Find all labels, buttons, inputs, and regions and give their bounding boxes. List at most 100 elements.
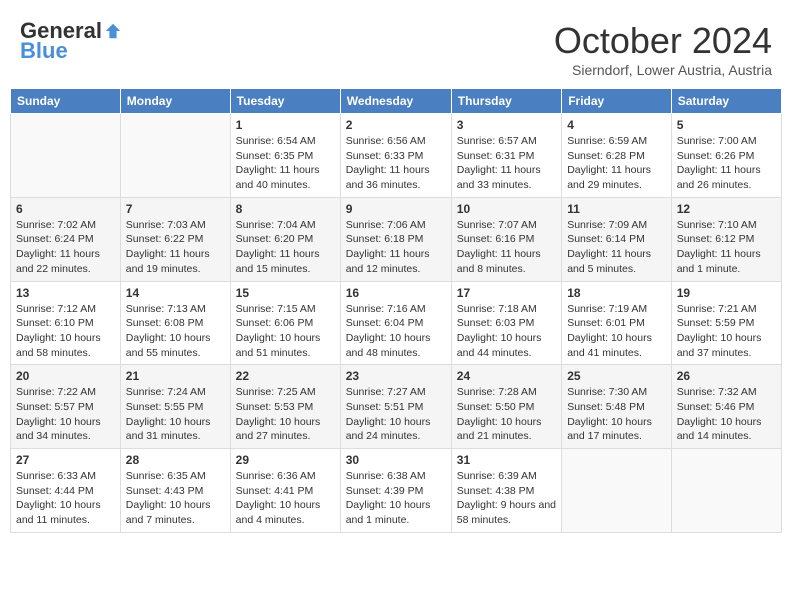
calendar-cell: 8 Sunrise: 7:04 AM Sunset: 6:20 PM Daylig… — [230, 197, 340, 281]
day-number: 31 — [457, 453, 556, 467]
day-number: 14 — [126, 286, 225, 300]
calendar: SundayMondayTuesdayWednesdayThursdayFrid… — [10, 88, 782, 533]
day-info: Sunrise: 6:56 AM Sunset: 6:33 PM Dayligh… — [346, 134, 446, 193]
calendar-cell: 11Sunrise: 7:09 AM Sunset: 6:14 PM Dayli… — [562, 197, 672, 281]
day-info: Sunrise: 7:15 AM Sunset: 6:06 PM Dayligh… — [236, 302, 335, 361]
day-info: Sunrise: 6:57 AM Sunset: 6:31 PM Dayligh… — [457, 134, 556, 193]
day-info: Sunrise: 6:39 AM Sunset: 4:38 PM Dayligh… — [457, 469, 556, 528]
day-number: 4 — [567, 118, 666, 132]
day-number: 18 — [567, 286, 666, 300]
calendar-cell — [120, 114, 230, 198]
day-number: 6 — [16, 202, 115, 216]
day-number: 23 — [346, 369, 446, 383]
day-number: 28 — [126, 453, 225, 467]
day-info: Sunrise: 7:22 AM Sunset: 5:57 PM Dayligh… — [16, 385, 115, 444]
calendar-cell: 30 Sunrise: 6:38 AM Sunset: 4:39 PM Dayli… — [340, 449, 451, 533]
month-title: October 2024 — [554, 20, 772, 62]
day-info: Sunrise: 6:35 AM Sunset: 4:43 PM Dayligh… — [126, 469, 225, 528]
calendar-cell: 25Sunrise: 7:30 AM Sunset: 5:48 PM Dayli… — [562, 365, 672, 449]
title-section: October 2024 Sierndorf, Lower Austria, A… — [554, 20, 772, 78]
day-header-saturday: Saturday — [671, 89, 781, 114]
day-number: 7 — [126, 202, 225, 216]
day-info: Sunrise: 7:21 AM Sunset: 5:59 PM Dayligh… — [677, 302, 776, 361]
day-info: Sunrise: 7:28 AM Sunset: 5:50 PM Dayligh… — [457, 385, 556, 444]
day-info: Sunrise: 7:03 AM Sunset: 6:22 PM Dayligh… — [126, 218, 225, 277]
calendar-cell — [671, 449, 781, 533]
day-info: Sunrise: 6:59 AM Sunset: 6:28 PM Dayligh… — [567, 134, 666, 193]
calendar-cell: 16 Sunrise: 7:16 AM Sunset: 6:04 PM Dayli… — [340, 281, 451, 365]
calendar-cell — [562, 449, 672, 533]
day-header-friday: Friday — [562, 89, 672, 114]
day-info: Sunrise: 7:06 AM Sunset: 6:18 PM Dayligh… — [346, 218, 446, 277]
day-number: 10 — [457, 202, 556, 216]
day-header-thursday: Thursday — [451, 89, 561, 114]
day-number: 21 — [126, 369, 225, 383]
day-number: 8 — [236, 202, 335, 216]
location-title: Sierndorf, Lower Austria, Austria — [554, 62, 772, 78]
day-info: Sunrise: 6:36 AM Sunset: 4:41 PM Dayligh… — [236, 469, 335, 528]
day-info: Sunrise: 7:10 AM Sunset: 6:12 PM Dayligh… — [677, 218, 776, 277]
calendar-cell: 18 Sunrise: 7:19 AM Sunset: 6:01 PM Dayli… — [562, 281, 672, 365]
calendar-cell: 5Sunrise: 7:00 AM Sunset: 6:26 PM Daylig… — [671, 114, 781, 198]
calendar-cell: 4 Sunrise: 6:59 AM Sunset: 6:28 PM Daylig… — [562, 114, 672, 198]
day-number: 30 — [346, 453, 446, 467]
calendar-cell: 15 Sunrise: 7:15 AM Sunset: 6:06 PM Dayli… — [230, 281, 340, 365]
day-info: Sunrise: 7:00 AM Sunset: 6:26 PM Dayligh… — [677, 134, 776, 193]
day-info: Sunrise: 6:33 AM Sunset: 4:44 PM Dayligh… — [16, 469, 115, 528]
day-info: Sunrise: 7:07 AM Sunset: 6:16 PM Dayligh… — [457, 218, 556, 277]
day-number: 2 — [346, 118, 446, 132]
calendar-cell: 1Sunrise: 6:54 AM Sunset: 6:35 PM Daylig… — [230, 114, 340, 198]
day-number: 9 — [346, 202, 446, 216]
calendar-cell: 21 Sunrise: 7:24 AM Sunset: 5:55 PM Dayli… — [120, 365, 230, 449]
day-info: Sunrise: 7:09 AM Sunset: 6:14 PM Dayligh… — [567, 218, 666, 277]
calendar-cell: 20 Sunrise: 7:22 AM Sunset: 5:57 PM Dayli… — [11, 365, 121, 449]
day-info: Sunrise: 7:24 AM Sunset: 5:55 PM Dayligh… — [126, 385, 225, 444]
header: General Blue October 2024 Sierndorf, Low… — [10, 10, 782, 83]
logo: General Blue — [20, 20, 122, 64]
calendar-cell: 12Sunrise: 7:10 AM Sunset: 6:12 PM Dayli… — [671, 197, 781, 281]
day-header-tuesday: Tuesday — [230, 89, 340, 114]
day-number: 20 — [16, 369, 115, 383]
calendar-cell: 3 Sunrise: 6:57 AM Sunset: 6:31 PM Daylig… — [451, 114, 561, 198]
day-info: Sunrise: 7:12 AM Sunset: 6:10 PM Dayligh… — [16, 302, 115, 361]
calendar-cell: 23 Sunrise: 7:27 AM Sunset: 5:51 PM Dayli… — [340, 365, 451, 449]
calendar-cell: 14 Sunrise: 7:13 AM Sunset: 6:08 PM Dayli… — [120, 281, 230, 365]
calendar-cell: 22 Sunrise: 7:25 AM Sunset: 5:53 PM Dayli… — [230, 365, 340, 449]
day-number: 19 — [677, 286, 776, 300]
day-info: Sunrise: 7:04 AM Sunset: 6:20 PM Dayligh… — [236, 218, 335, 277]
calendar-cell: 7 Sunrise: 7:03 AM Sunset: 6:22 PM Daylig… — [120, 197, 230, 281]
calendar-cell: 27 Sunrise: 6:33 AM Sunset: 4:44 PM Dayli… — [11, 449, 121, 533]
day-info: Sunrise: 7:16 AM Sunset: 6:04 PM Dayligh… — [346, 302, 446, 361]
day-number: 13 — [16, 286, 115, 300]
day-info: Sunrise: 7:25 AM Sunset: 5:53 PM Dayligh… — [236, 385, 335, 444]
day-number: 24 — [457, 369, 556, 383]
day-info: Sunrise: 7:18 AM Sunset: 6:03 PM Dayligh… — [457, 302, 556, 361]
day-header-monday: Monday — [120, 89, 230, 114]
day-info: Sunrise: 6:54 AM Sunset: 6:35 PM Dayligh… — [236, 134, 335, 193]
day-header-sunday: Sunday — [11, 89, 121, 114]
calendar-cell: 31 Sunrise: 6:39 AM Sunset: 4:38 PM Dayli… — [451, 449, 561, 533]
day-info: Sunrise: 7:27 AM Sunset: 5:51 PM Dayligh… — [346, 385, 446, 444]
day-info: Sunrise: 7:13 AM Sunset: 6:08 PM Dayligh… — [126, 302, 225, 361]
day-number: 16 — [346, 286, 446, 300]
day-info: Sunrise: 7:19 AM Sunset: 6:01 PM Dayligh… — [567, 302, 666, 361]
logo-icon — [104, 22, 122, 40]
day-number: 29 — [236, 453, 335, 467]
calendar-cell: 13 Sunrise: 7:12 AM Sunset: 6:10 PM Dayli… — [11, 281, 121, 365]
calendar-cell — [11, 114, 121, 198]
day-info: Sunrise: 6:38 AM Sunset: 4:39 PM Dayligh… — [346, 469, 446, 528]
calendar-cell: 17Sunrise: 7:18 AM Sunset: 6:03 PM Dayli… — [451, 281, 561, 365]
day-header-wednesday: Wednesday — [340, 89, 451, 114]
logo-blue: Blue — [20, 38, 68, 64]
day-info: Sunrise: 7:32 AM Sunset: 5:46 PM Dayligh… — [677, 385, 776, 444]
day-number: 3 — [457, 118, 556, 132]
day-number: 25 — [567, 369, 666, 383]
day-info: Sunrise: 7:02 AM Sunset: 6:24 PM Dayligh… — [16, 218, 115, 277]
day-number: 27 — [16, 453, 115, 467]
day-number: 22 — [236, 369, 335, 383]
calendar-cell: 28 Sunrise: 6:35 AM Sunset: 4:43 PM Dayli… — [120, 449, 230, 533]
day-number: 15 — [236, 286, 335, 300]
calendar-cell: 2 Sunrise: 6:56 AM Sunset: 6:33 PM Daylig… — [340, 114, 451, 198]
calendar-cell: 6 Sunrise: 7:02 AM Sunset: 6:24 PM Daylig… — [11, 197, 121, 281]
calendar-cell: 26Sunrise: 7:32 AM Sunset: 5:46 PM Dayli… — [671, 365, 781, 449]
